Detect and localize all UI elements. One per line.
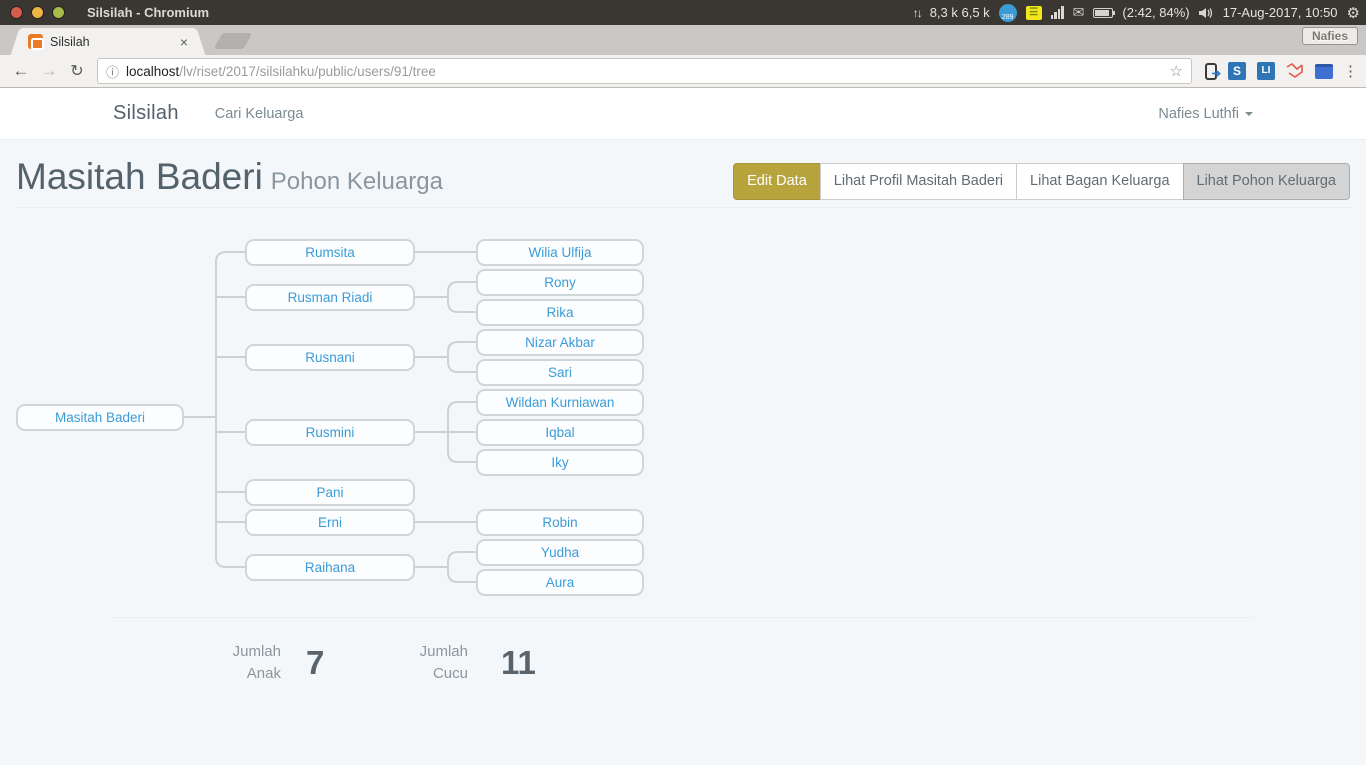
tree-node[interactable]: Sari — [476, 359, 644, 386]
lihat-pohon-button[interactable]: Lihat Pohon Keluarga — [1183, 163, 1350, 200]
tree-node[interactable]: Rika — [476, 299, 644, 326]
tree-node[interactable]: Robin — [476, 509, 644, 536]
browser-toolbar: ← → ↻ ⓘ localhost /lv/riset/2017/silsila… — [0, 55, 1366, 88]
tree-node[interactable]: Rony — [476, 269, 644, 296]
extension-icons: ➔ S LI — [1205, 62, 1333, 80]
back-button[interactable]: ← — [8, 61, 34, 81]
clock-text[interactable]: 17-Aug-2017, 10:50 — [1223, 5, 1338, 20]
battery-icon[interactable] — [1093, 8, 1113, 18]
tree-node[interactable]: Rusnani — [245, 344, 415, 371]
network-speed-text: 8,3 k 6,5 k — [930, 5, 990, 20]
laravel-extension-icon[interactable] — [1286, 62, 1304, 80]
notification-badge-icon[interactable]: 289 — [999, 4, 1017, 22]
forward-button[interactable]: → — [36, 61, 62, 81]
browser-tab-strip: Silsilah × — [0, 25, 1366, 55]
browser-menu-button[interactable]: ⋮ — [1343, 62, 1358, 80]
tree-node[interactable]: Rumsita — [245, 239, 415, 266]
system-monitor-icon[interactable]: ☰ — [1026, 6, 1042, 20]
tree-node[interactable]: Iky — [476, 449, 644, 476]
action-button-group: Edit Data Lihat Profil Masitah Baderi Li… — [733, 163, 1350, 200]
family-tree: Masitah Baderi Rumsita Wilia Ulfija Rusman … — [0, 88, 760, 648]
li-extension-icon[interactable]: LI — [1257, 62, 1275, 80]
tree-node[interactable]: Yudha — [476, 539, 644, 566]
bookmark-star-icon[interactable]: ☆ — [1170, 62, 1183, 80]
new-tab-button[interactable] — [214, 33, 253, 49]
jumlah-cucu-value: 11 — [501, 644, 536, 682]
tree-node[interactable]: Aura — [476, 569, 644, 596]
jumlah-anak-value: 7 — [306, 644, 324, 682]
xampp-favicon — [28, 34, 43, 49]
system-tray: ↑↓ 8,3 k 6,5 k 289 ☰ ✉ (2:42, 84%) 17-Au… — [913, 4, 1366, 22]
url-host: localhost — [126, 64, 179, 79]
folder-extension-icon[interactable] — [1315, 64, 1333, 79]
lihat-bagan-button[interactable]: Lihat Bagan Keluarga — [1016, 163, 1183, 200]
volume-icon[interactable] — [1199, 7, 1214, 19]
address-bar[interactable]: ⓘ localhost /lv/riset/2017/silsilahku/pu… — [97, 58, 1192, 84]
tree-node[interactable]: Erni — [245, 509, 415, 536]
signal-strength-icon[interactable] — [1051, 6, 1064, 19]
user-dropdown[interactable]: Nafies Luthfi — [1158, 106, 1253, 122]
window-title: Silsilah - Chromium — [87, 5, 209, 20]
browser-tab-silsilah[interactable]: Silsilah × — [22, 28, 194, 55]
tab-close-icon[interactable]: × — [180, 34, 188, 50]
tree-node[interactable]: Masitah Baderi — [16, 404, 184, 431]
tree-node[interactable]: Pani — [245, 479, 415, 506]
tab-title: Silsilah — [50, 35, 90, 49]
site-info-icon[interactable]: ⓘ — [106, 62, 119, 81]
tree-node[interactable]: Raihana — [245, 554, 415, 581]
window-maximize-button[interactable] — [52, 6, 65, 19]
mail-icon[interactable]: ✉ — [1073, 4, 1085, 21]
session-tooltip: Nafies — [1302, 27, 1358, 45]
stats-divider — [113, 617, 1253, 618]
tree-node[interactable]: Rusman Riadi — [245, 284, 415, 311]
lihat-profil-button[interactable]: Lihat Profil Masitah Baderi — [820, 163, 1017, 200]
jumlah-cucu-label: Jumlah Cucu — [386, 641, 468, 685]
tree-node[interactable]: Rusmini — [245, 419, 415, 446]
network-traffic-icon[interactable]: ↑↓ — [913, 6, 921, 20]
page-content: Silsilah Cari Keluarga Nafies Luthfi Mas… — [0, 88, 1366, 765]
user-name: Nafies Luthfi — [1158, 106, 1239, 122]
s-extension-icon[interactable]: S — [1228, 62, 1246, 80]
reload-button[interactable]: ↻ — [64, 61, 90, 81]
system-title-bar: Silsilah - Chromium ↑↓ 8,3 k 6,5 k 289 ☰… — [0, 0, 1366, 25]
window-close-button[interactable] — [10, 6, 23, 19]
battery-status-text: (2:42, 84%) — [1122, 5, 1189, 20]
tree-node[interactable]: Nizar Akbar — [476, 329, 644, 356]
jumlah-anak-label: Jumlah Anak — [199, 641, 281, 685]
window-controls — [10, 6, 65, 19]
window-minimize-button[interactable] — [31, 6, 44, 19]
url-path: /lv/riset/2017/silsilahku/public/users/9… — [179, 64, 436, 79]
caret-down-icon — [1245, 112, 1253, 116]
tree-node[interactable]: Iqbal — [476, 419, 644, 446]
mobile-view-extension-icon[interactable]: ➔ — [1205, 63, 1217, 80]
tree-node[interactable]: Wilia Ulfija — [476, 239, 644, 266]
gear-icon[interactable]: ⚙ — [1347, 4, 1360, 22]
tree-node[interactable]: Wildan Kurniawan — [476, 389, 644, 416]
